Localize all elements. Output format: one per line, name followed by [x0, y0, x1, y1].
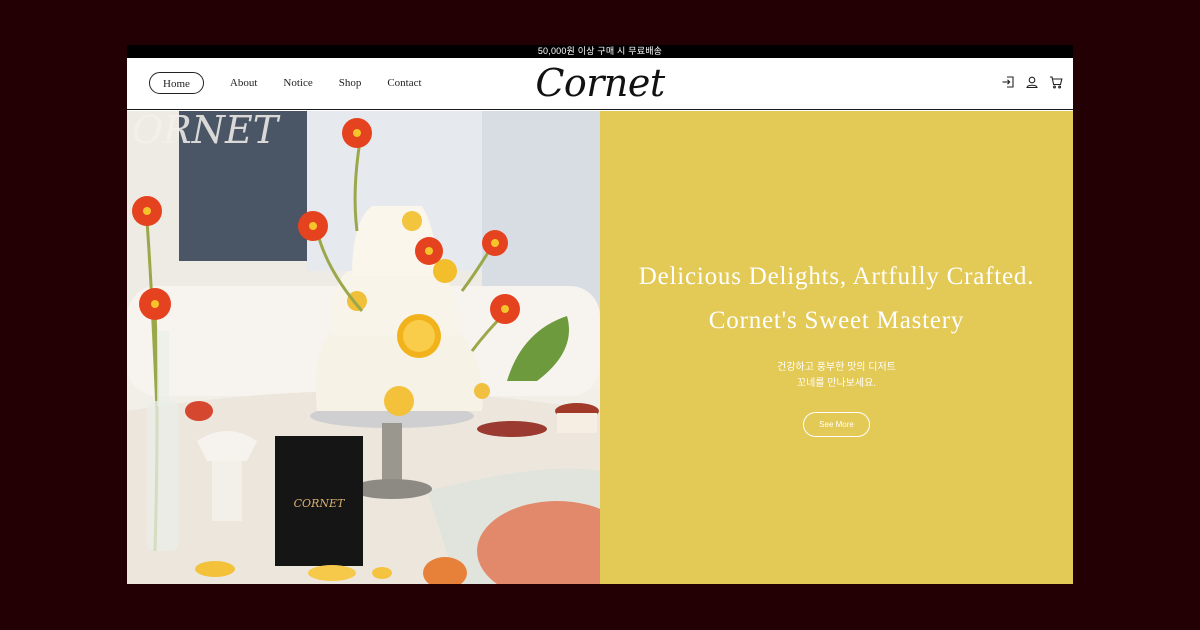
login-icon[interactable] — [1001, 75, 1015, 89]
page-frame: 50,000원 이상 구매 시 무료배송 Home About Notice S… — [127, 45, 1073, 584]
see-more-button[interactable]: See More — [803, 412, 870, 437]
hero-panel: Delicious Delights, Artfully Crafted. Co… — [600, 111, 1073, 584]
hero-headline-line1: Delicious Delights, Artfully Crafted. — [638, 263, 1035, 290]
hero-headline-line2: Cornet's Sweet Mastery — [708, 307, 965, 334]
hero-subtext-line2: 꼬네를 만나보세요. — [796, 378, 877, 389]
hero-subtext-line1: 건강하고 풍부한 맛의 디저트 — [777, 362, 896, 373]
site-logo[interactable]: Cornet — [127, 61, 1073, 105]
box-logo-text: CORNET — [294, 497, 346, 510]
announcement-bar: 50,000원 이상 구매 시 무료배송 — [127, 45, 1073, 58]
user-icon[interactable] — [1025, 75, 1039, 89]
header-icons — [991, 75, 1063, 89]
cart-icon[interactable] — [1049, 75, 1063, 89]
site-header: Home About Notice Shop Contact Cornet — [127, 58, 1073, 110]
hero-image: ORNET CORNET — [127, 111, 600, 584]
wall-sign-text: ORNET — [132, 111, 281, 152]
